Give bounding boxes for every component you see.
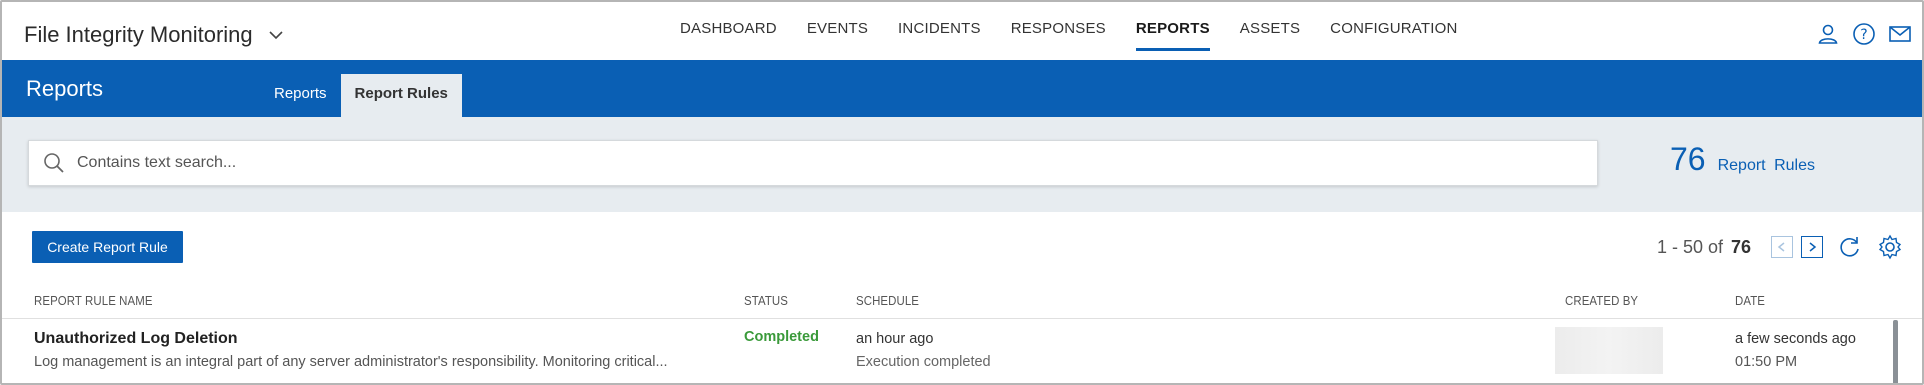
- mail-icon[interactable]: [1888, 22, 1912, 46]
- col-report-rule-name[interactable]: REPORT RULE NAME: [34, 293, 153, 308]
- status-badge: Completed: [744, 329, 819, 345]
- created-by-avatar: [1555, 327, 1663, 374]
- rule-count-label: Report Rules: [1717, 157, 1815, 174]
- search-box[interactable]: [28, 140, 1598, 186]
- pagination-total: 76: [1731, 236, 1752, 257]
- page-title: Reports: [26, 76, 104, 101]
- refresh-icon[interactable]: [1837, 234, 1863, 260]
- rule-count-number: 76: [1670, 141, 1706, 177]
- main-nav: DASHBOARD EVENTS INCIDENTS RESPONSES REP…: [680, 20, 1488, 51]
- create-report-rule-button[interactable]: Create Report Rule: [32, 231, 183, 263]
- nav-reports[interactable]: REPORTS: [1135, 20, 1210, 51]
- row-date: a few seconds ago: [1735, 331, 1856, 347]
- search-band: 76 Report Rules: [2, 117, 1922, 212]
- scrollbar-thumb[interactable]: [1893, 320, 1898, 383]
- top-bar: File Integrity Monitoring DASHBOARD EVEN…: [2, 2, 1922, 60]
- chevron-right-icon: [1809, 242, 1817, 252]
- tab-report-rules[interactable]: Report Rules: [340, 74, 462, 117]
- search-input[interactable]: [77, 154, 1477, 172]
- col-status[interactable]: STATUS: [744, 293, 788, 308]
- nav-configuration[interactable]: CONFIGURATION: [1330, 20, 1457, 50]
- pagination-range: 1 - 50 of: [1657, 236, 1724, 257]
- col-schedule[interactable]: SCHEDULE: [856, 293, 919, 308]
- nav-responses[interactable]: RESPONSES: [1011, 20, 1106, 50]
- chevron-down-icon[interactable]: [267, 26, 285, 44]
- nav-incidents[interactable]: INCIDENTS: [898, 20, 981, 50]
- app-title: File Integrity Monitoring: [24, 22, 253, 47]
- prev-page-button[interactable]: [1771, 236, 1794, 258]
- rule-count: 76 Report Rules: [1670, 141, 1815, 178]
- search-icon: [44, 153, 64, 173]
- rule-name[interactable]: Unauthorized Log Deletion: [34, 330, 238, 348]
- col-created-by[interactable]: CREATED BY: [1565, 293, 1638, 308]
- page-tabs: Reports Report Rules: [260, 74, 462, 117]
- app-window: File Integrity Monitoring DASHBOARD EVEN…: [0, 0, 1924, 385]
- nav-dashboard[interactable]: DASHBOARD: [680, 20, 777, 50]
- gear-icon[interactable]: [1877, 234, 1903, 260]
- col-date[interactable]: DATE: [1735, 293, 1765, 308]
- nav-assets[interactable]: ASSETS: [1240, 20, 1300, 50]
- pagination: 1 - 50 of 76: [1657, 234, 1903, 260]
- nav-events[interactable]: EVENTS: [807, 20, 868, 50]
- schedule-detail: Execution completed: [856, 354, 991, 370]
- schedule-time: an hour ago: [856, 331, 934, 347]
- chevron-left-icon: [1777, 242, 1785, 252]
- app-switcher[interactable]: File Integrity Monitoring: [24, 22, 285, 48]
- table-header: REPORT RULE NAME STATUS SCHEDULE CREATED…: [2, 291, 1922, 319]
- top-icons: ?: [1816, 22, 1912, 46]
- tab-reports[interactable]: Reports: [260, 74, 341, 117]
- help-icon[interactable]: ?: [1852, 22, 1876, 46]
- svg-text:?: ?: [1860, 27, 1867, 43]
- row-time: 01:50 PM: [1735, 354, 1798, 370]
- table-row[interactable]: Unauthorized Log Deletion Log management…: [2, 320, 1922, 383]
- rule-description: Log management is an integral part of an…: [34, 354, 668, 370]
- next-page-button[interactable]: [1801, 236, 1824, 258]
- user-icon[interactable]: [1816, 22, 1840, 46]
- page-header: Reports Reports Report Rules: [2, 60, 1922, 117]
